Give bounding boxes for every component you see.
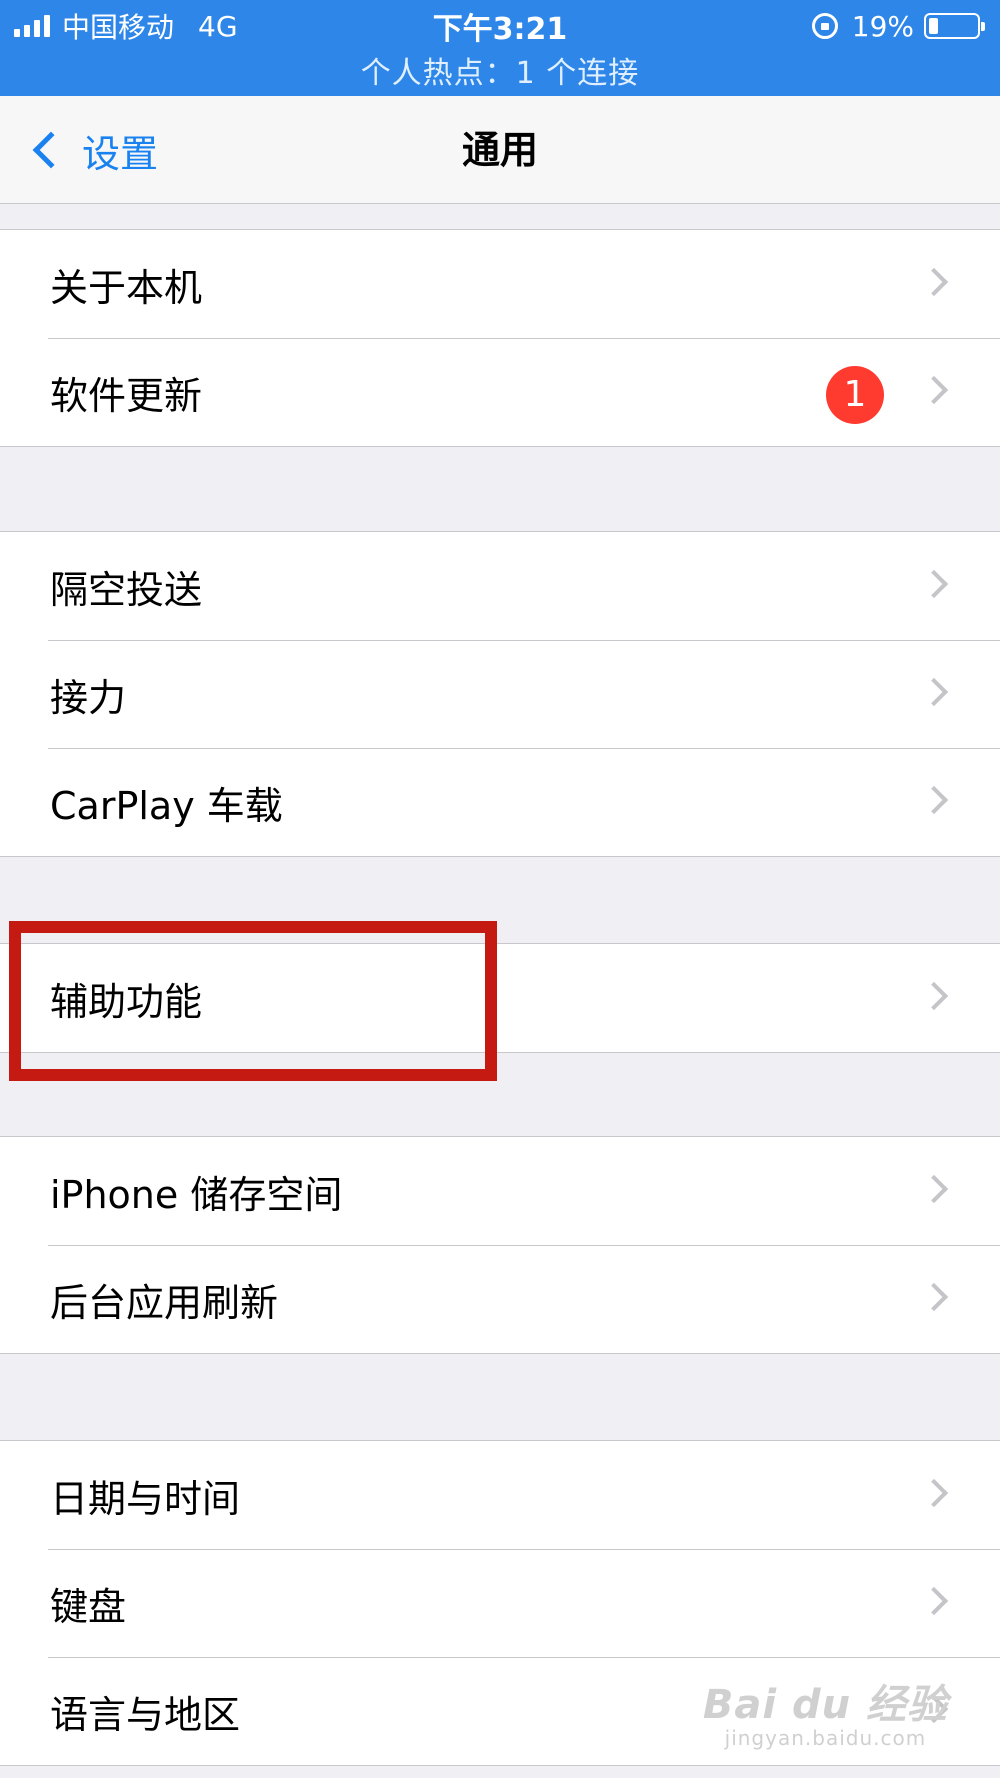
row-iphone-storage[interactable]: iPhone 储存空间: [0, 1137, 1000, 1245]
orientation-lock-icon: [811, 13, 838, 39]
row-date-time[interactable]: 日期与时间: [0, 1441, 1000, 1549]
row-date-time-label: 日期与时间: [50, 1476, 241, 1521]
row-about[interactable]: 关于本机: [0, 230, 1000, 338]
row-airdrop-label: 隔空投送: [50, 567, 203, 612]
update-count-badge: 1: [826, 366, 884, 424]
chevron-right-icon: [919, 785, 949, 815]
hotspot-banner[interactable]: 个人热点：1 个连接: [0, 48, 1000, 92]
watermark-url: jingyan.baidu.com: [724, 1726, 927, 1750]
row-language-region-label: 语言与地区: [50, 1692, 241, 1737]
status-right: 19%: [811, 6, 985, 46]
chevron-right-icon: [919, 677, 949, 707]
status-bar: 中国移动 4G 下午3:21 19% 个人热点：1 个连接: [0, 0, 1000, 96]
row-background-refresh-label: 后台应用刷新: [50, 1280, 279, 1325]
row-carplay[interactable]: CarPlay 车载: [0, 748, 1000, 856]
row-airdrop[interactable]: 隔空投送: [0, 532, 1000, 640]
row-software-update-label: 软件更新: [50, 373, 203, 418]
chevron-right-icon: [919, 981, 949, 1011]
battery-percent: 19%: [851, 9, 914, 43]
settings-group-connectivity: 隔空投送 接力 CarPlay 车载: [0, 531, 1000, 857]
highlight-annotation-box: [9, 921, 497, 1081]
battery-fill: [929, 18, 938, 34]
watermark-brand: Bai du 经验: [702, 1682, 948, 1728]
row-keyboard[interactable]: 键盘: [0, 1549, 1000, 1657]
chevron-right-icon: [919, 1478, 949, 1508]
row-handoff-label: 接力: [50, 675, 127, 720]
chevron-right-icon: [919, 1586, 949, 1616]
row-about-label: 关于本机: [50, 265, 203, 310]
row-carplay-label: CarPlay 车载: [50, 783, 283, 828]
battery-icon: [924, 13, 985, 39]
chevron-right-icon: [919, 267, 949, 297]
settings-group-storage: iPhone 储存空间 后台应用刷新: [0, 1136, 1000, 1354]
row-keyboard-label: 键盘: [50, 1584, 127, 1629]
chevron-right-icon: [919, 1282, 949, 1312]
baidu-watermark: Bai du 经验 jingyan.baidu.com: [703, 1672, 948, 1750]
settings-group-about: 关于本机 软件更新 1: [0, 229, 1000, 447]
page-title: 通用: [461, 128, 538, 172]
row-background-refresh[interactable]: 后台应用刷新: [0, 1245, 1000, 1353]
navigation-bar: 设置 通用: [0, 96, 1000, 204]
row-software-update[interactable]: 软件更新 1: [0, 338, 1000, 446]
row-iphone-storage-label: iPhone 储存空间: [50, 1172, 343, 1217]
chevron-right-icon: [919, 569, 949, 599]
row-handoff[interactable]: 接力: [0, 640, 1000, 748]
chevron-right-icon: [919, 1174, 949, 1204]
chevron-right-icon: [919, 375, 949, 405]
